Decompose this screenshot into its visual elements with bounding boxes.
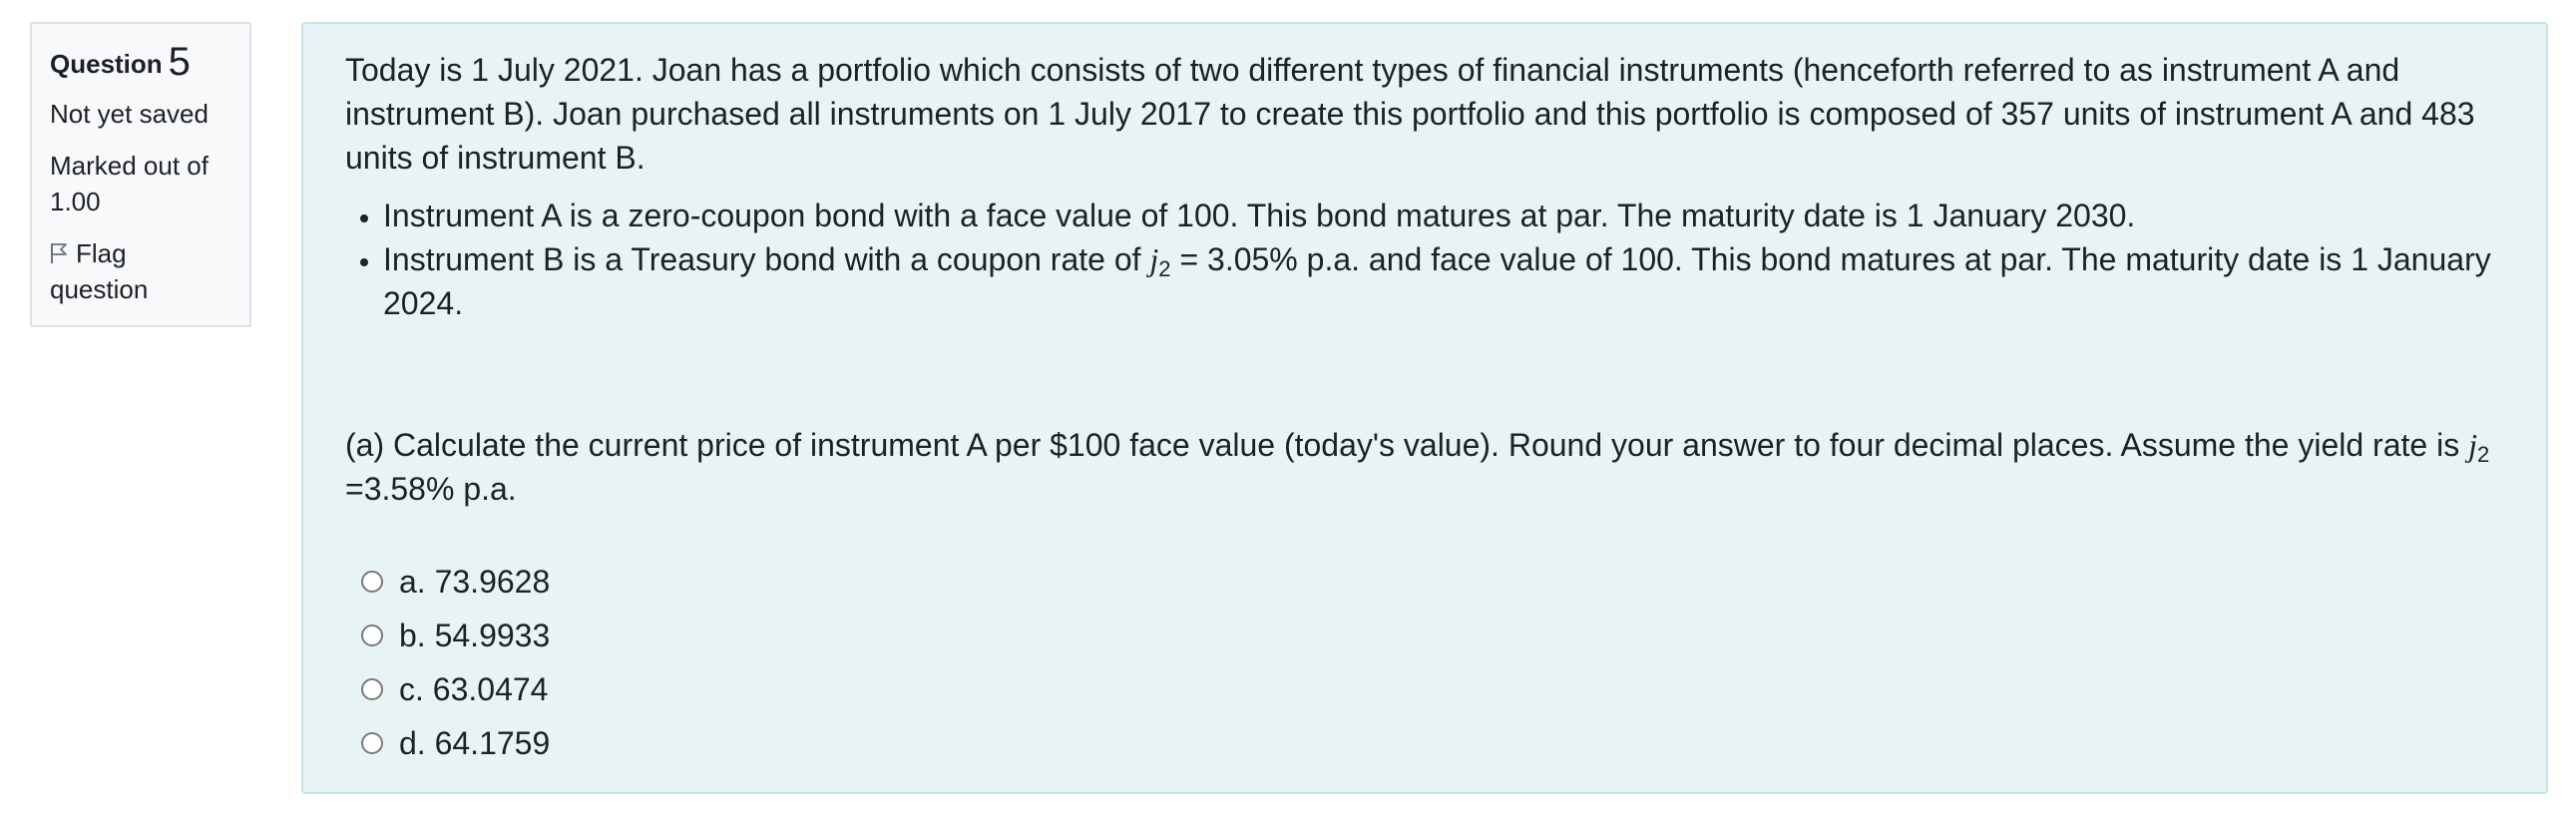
instrument-b-item: Instrument B is a Treasury bond with a c… (383, 237, 2506, 325)
radio-button[interactable] (361, 732, 383, 754)
answer-option-d[interactable]: d. 64.1759 (345, 716, 2506, 770)
radio-button[interactable] (361, 624, 383, 646)
part-a-text-pre: (a) Calculate the current price of instr… (345, 427, 2469, 463)
question-content: Today is 1 July 2021. Joan has a portfol… (301, 22, 2548, 794)
flag-icon (51, 243, 67, 263)
instrument-b-text-pre: Instrument B is a Treasury bond with a c… (383, 241, 1150, 277)
grade-value: 1.00 (50, 187, 101, 216)
answer-label: a. 73.9628 (399, 564, 551, 600)
answer-label: c. 63.0474 (399, 671, 549, 707)
answer-options: a. 73.9628 b. 54.9933 c. 63.0474 d. 64.1… (345, 555, 2506, 770)
radio-button[interactable] (361, 571, 383, 593)
flag-label-line2: question (50, 274, 149, 304)
question-info-panel: Question 5 Not yet saved Marked out of 1.… (30, 22, 251, 327)
part-a-text-post: =3.58% p.a. (345, 471, 517, 507)
answer-option-c[interactable]: c. 63.0474 (345, 662, 2506, 716)
instrument-list: Instrument A is a zero-coupon bond with … (345, 194, 2506, 325)
flag-question-link[interactable]: Flag question (50, 235, 233, 307)
question-number-heading: Question 5 (50, 38, 233, 86)
instrument-a-item: Instrument A is a zero-coupon bond with … (383, 194, 2506, 237)
variable-j: j (2468, 427, 2477, 463)
answer-option-b[interactable]: b. 54.9933 (345, 609, 2506, 662)
answer-label: b. 54.9933 (399, 618, 551, 653)
part-a-question: (a) Calculate the current price of instr… (345, 423, 2506, 511)
answer-label: d. 64.1759 (399, 725, 551, 761)
question-grade: Marked out of 1.00 (50, 148, 233, 219)
flag-label-line1: Flag (76, 238, 127, 268)
variable-subscript: 2 (2476, 442, 2490, 467)
answer-option-a[interactable]: a. 73.9628 (345, 555, 2506, 609)
question-state: Not yet saved (50, 99, 209, 129)
question-label: Question (50, 49, 163, 79)
question-number: 5 (168, 40, 191, 84)
variable-j: j (1149, 241, 1159, 277)
question-intro: Today is 1 July 2021. Joan has a portfol… (345, 52, 2475, 176)
grade-label: Marked out of (50, 151, 209, 181)
variable-subscript: 2 (1158, 256, 1171, 281)
radio-button[interactable] (361, 678, 383, 700)
